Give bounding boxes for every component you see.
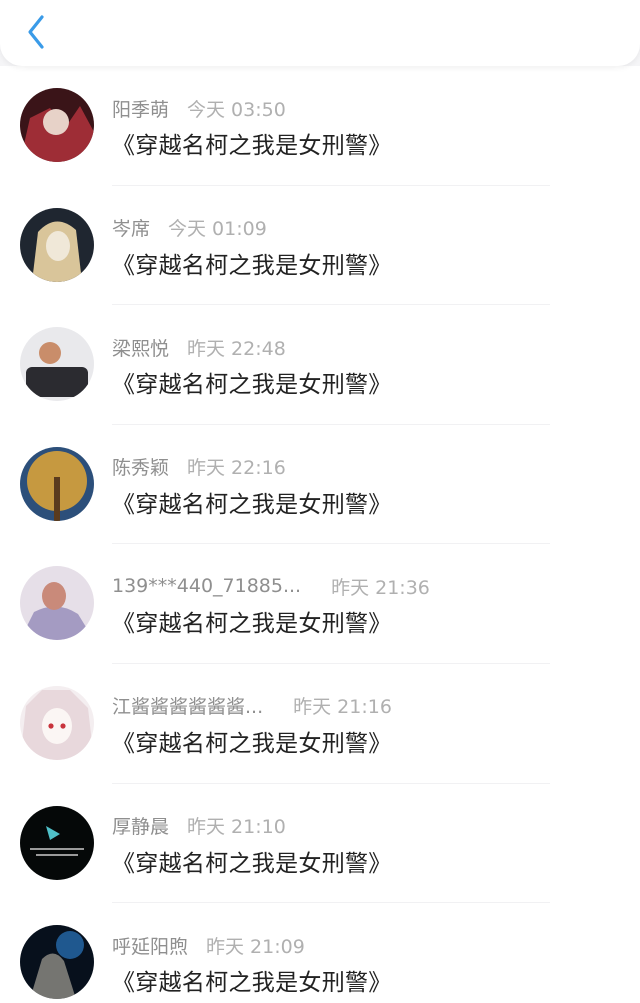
comment-item[interactable]: 岑席 今天 01:09 《穿越名柯之我是女刑警》: [0, 186, 640, 306]
comment-item[interactable]: 厚静晨 昨天 21:10 《穿越名柯之我是女刑警》: [0, 784, 640, 904]
avatar[interactable]: [20, 327, 94, 402]
avatar[interactable]: [20, 925, 94, 1000]
avatar[interactable]: [20, 88, 94, 162]
timestamp: 昨天 21:09: [206, 935, 305, 958]
user-name[interactable]: 陈秀颖: [112, 453, 169, 480]
comment-item[interactable]: 呼延阳煦 昨天 21:09 《穿越名柯之我是女刑警》: [0, 903, 640, 1003]
avatar[interactable]: [20, 685, 94, 760]
user-name[interactable]: 江酱酱酱酱酱酱...: [112, 692, 263, 719]
comment-item[interactable]: 梁熙悦 昨天 22:48 《穿越名柯之我是女刑警》: [0, 305, 640, 425]
user-name[interactable]: 139***440_71885...: [112, 575, 301, 597]
comment-list: 阳季萌 今天 03:50 《穿越名柯之我是女刑警》 岑席 今天 01:09 《穿…: [0, 66, 640, 1003]
back-button[interactable]: [18, 12, 54, 52]
user-name[interactable]: 阳季萌: [112, 95, 169, 122]
user-name[interactable]: 岑席: [112, 214, 150, 241]
comment-page: 阳季萌 今天 03:50 《穿越名柯之我是女刑警》 岑席 今天 01:09 《穿…: [0, 0, 640, 1003]
avatar[interactable]: [20, 446, 94, 521]
timestamp: 昨天 21:16: [293, 696, 392, 719]
comment-text: 《穿越名柯之我是女刑警》: [112, 730, 392, 757]
comment-item[interactable]: 139***440_71885... 昨天 21:36 《穿越名柯之我是女刑警》: [0, 544, 640, 664]
comment-text: 《穿越名柯之我是女刑警》: [112, 252, 392, 279]
comment-text: 《穿越名柯之我是女刑警》: [112, 970, 392, 997]
chevron-left-icon: [28, 15, 44, 49]
comment-item[interactable]: 陈秀颖 昨天 22:16 《穿越名柯之我是女刑警》: [0, 425, 640, 545]
comment-item[interactable]: 阳季萌 今天 03:50 《穿越名柯之我是女刑警》: [0, 66, 640, 186]
avatar[interactable]: [20, 207, 94, 282]
user-name[interactable]: 梁熙悦: [112, 334, 169, 361]
top-bar: [0, 0, 640, 66]
comment-text: 《穿越名柯之我是女刑警》: [112, 850, 392, 877]
user-name[interactable]: 呼延阳煦: [112, 932, 188, 959]
comment-text: 《穿越名柯之我是女刑警》: [112, 133, 392, 159]
timestamp: 昨天 22:48: [187, 337, 286, 360]
comment-text: 《穿越名柯之我是女刑警》: [112, 491, 392, 518]
avatar[interactable]: [20, 566, 94, 641]
timestamp: 昨天 21:10: [187, 816, 286, 839]
user-name[interactable]: 厚静晨: [112, 812, 169, 839]
timestamp: 今天 03:50: [187, 98, 286, 121]
comment-text: 《穿越名柯之我是女刑警》: [112, 611, 392, 638]
avatar[interactable]: [20, 805, 94, 880]
timestamp: 今天 01:09: [168, 218, 267, 241]
timestamp: 昨天 22:16: [187, 457, 286, 480]
comment-item[interactable]: 江酱酱酱酱酱酱... 昨天 21:16 《穿越名柯之我是女刑警》: [0, 664, 640, 784]
timestamp: 昨天 21:36: [331, 576, 430, 599]
comment-text: 《穿越名柯之我是女刑警》: [112, 372, 392, 399]
